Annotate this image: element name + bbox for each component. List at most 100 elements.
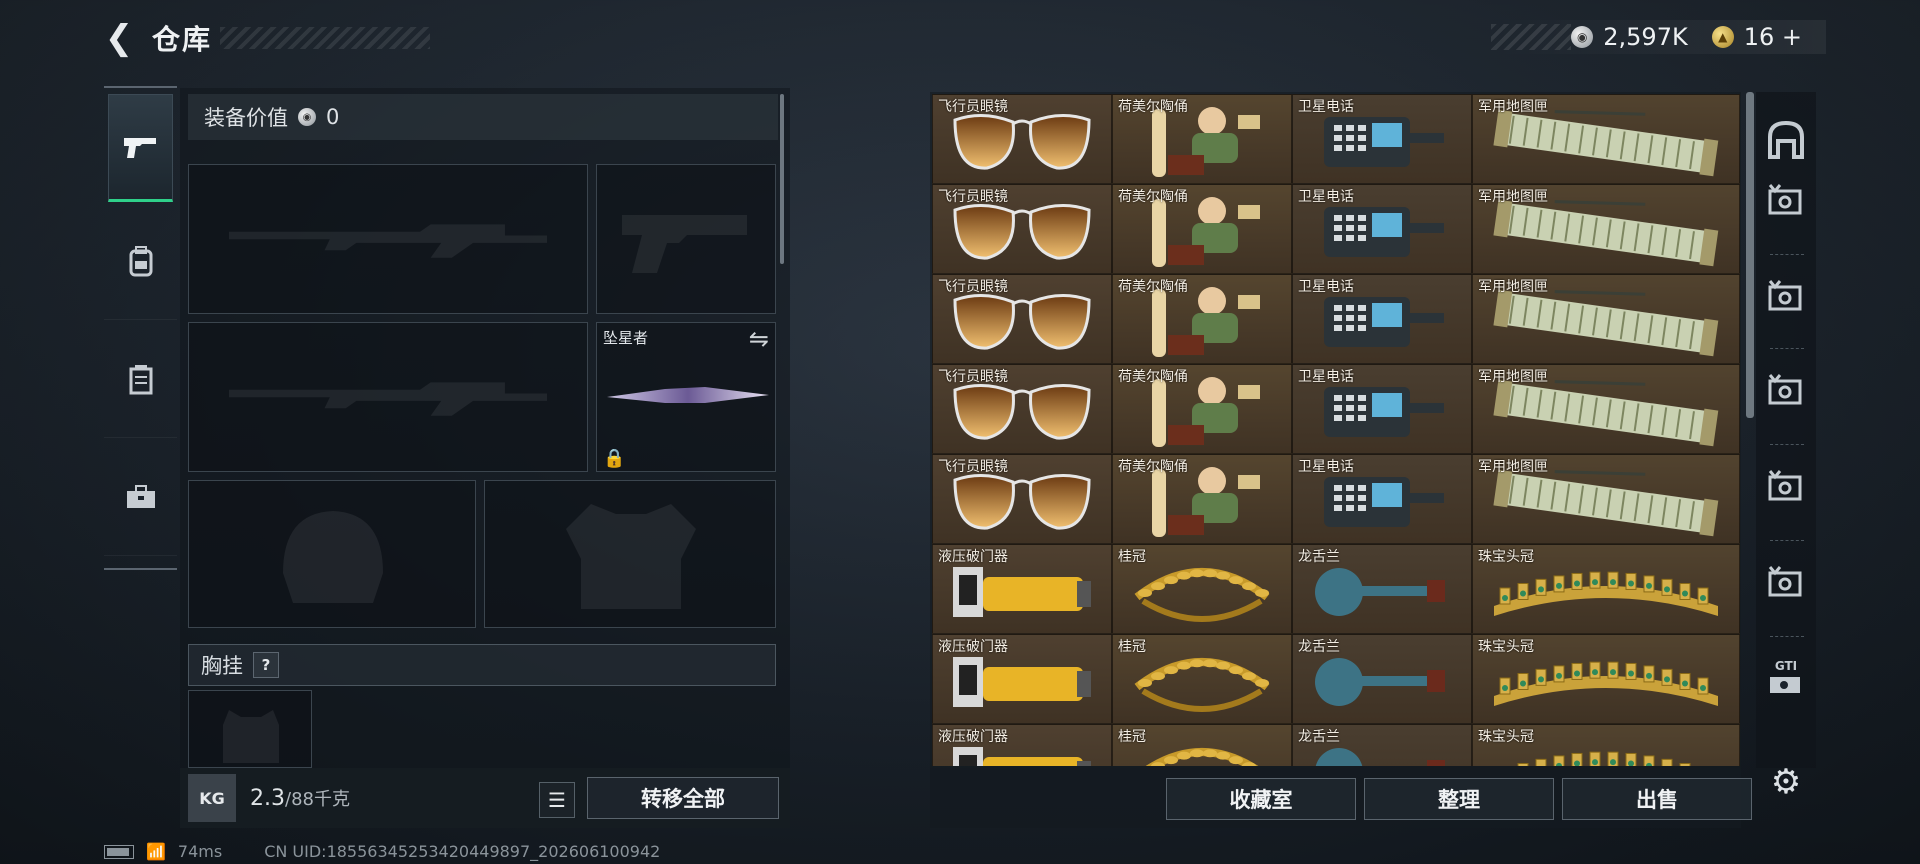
tube-item-icon [1491, 287, 1721, 361]
storage-item-cell[interactable]: 荷美尔陶俑 [1112, 454, 1292, 544]
storage-item-cell[interactable]: 荷美尔陶俑 [1112, 274, 1292, 364]
glasses-item-icon [947, 200, 1097, 268]
item-name: 卫星电话 [1298, 279, 1354, 295]
storage-item-cell[interactable]: 卫星电话 [1292, 184, 1472, 274]
storage-item-cell[interactable]: 荷美尔陶俑 [1112, 94, 1292, 184]
arch-icon[interactable] [1762, 116, 1810, 164]
list-icon: ☰ [548, 788, 566, 812]
back-arrow-icon[interactable]: ❮ [100, 18, 138, 58]
pistol-slot[interactable] [596, 164, 776, 314]
item-name: 桂冠 [1118, 729, 1146, 745]
armor-silhouette-icon [566, 504, 696, 609]
storage-scrollbar[interactable] [1746, 92, 1754, 418]
rifle-silhouette-icon [228, 224, 548, 258]
sort-button[interactable]: 整理 [1364, 778, 1554, 820]
gti-icon [1770, 677, 1800, 693]
storage-item-cell[interactable]: 军用地图匣 [1472, 454, 1740, 544]
storage-item-cell[interactable]: 飞行员眼镜 [932, 274, 1112, 364]
transfer-all-button[interactable]: 转移全部 [587, 777, 779, 819]
item-name: 飞行员眼镜 [938, 279, 1008, 295]
item-name: 液压破门器 [938, 639, 1008, 655]
knife-icon [607, 387, 769, 403]
helmet-slot[interactable] [188, 480, 476, 628]
storage-item-cell[interactable]: 液压破门器 [932, 544, 1112, 634]
category-tab-backpack[interactable] [104, 202, 177, 320]
sell-tag-icon[interactable] [1762, 272, 1810, 320]
status-bar: 📶 74ms CN UID:1855634525342044989​7_2026… [104, 842, 660, 861]
collection-room-button[interactable]: 收藏室 [1166, 778, 1356, 820]
storage-item-cell[interactable]: 荷美尔陶俑 [1112, 184, 1292, 274]
help-icon[interactable]: ? [253, 652, 279, 678]
knife-slot[interactable]: 坠星者 ⇋ 🔒 [596, 322, 776, 472]
storage-item-cell[interactable]: 龙舌兰 [1292, 634, 1472, 724]
storage-item-cell[interactable]: 龙舌兰 [1292, 544, 1472, 634]
storage-item-cell[interactable]: 飞行员眼镜 [932, 454, 1112, 544]
category-tab-vest[interactable] [104, 320, 177, 438]
item-name: 桂冠 [1118, 639, 1146, 655]
storage-item-cell[interactable]: 卫星电话 [1292, 454, 1472, 544]
item-name: 军用地图匣 [1478, 189, 1548, 205]
equipment-scrollbar[interactable] [780, 94, 784, 264]
storage-item-cell[interactable]: 飞行员眼镜 [932, 184, 1112, 274]
storage-item-cell[interactable]: 军用地图匣 [1472, 274, 1740, 364]
secondary-weapon-slot[interactable] [188, 322, 588, 472]
breacher-item-icon [947, 557, 1097, 631]
item-name: 军用地图匣 [1478, 369, 1548, 385]
weight-readout: 2.3/88千克 [250, 785, 350, 811]
rail-divider [1770, 254, 1804, 255]
gti-button[interactable]: GTI [1762, 654, 1810, 702]
category-tab-case[interactable] [104, 438, 177, 556]
laurel-item-icon [1127, 647, 1277, 721]
storage-item-cell[interactable]: 飞行员眼镜 [932, 94, 1112, 184]
storage-footer: 收藏室 整理 出售 [930, 768, 1752, 828]
storage-item-cell[interactable]: 液压破门器 [932, 634, 1112, 724]
laurel-item-icon [1127, 557, 1277, 631]
storage-item-cell[interactable]: 荷美尔陶俑 [1112, 364, 1292, 454]
gear-icon[interactable]: ⚙ [1766, 762, 1806, 802]
primary-weapon-slot[interactable] [188, 164, 588, 314]
gold-balance[interactable]: 16 + [1744, 23, 1802, 51]
swap-icon[interactable]: ⇋ [749, 325, 769, 353]
gold-coin-icon: ▲ [1711, 26, 1734, 48]
item-name: 军用地图匣 [1478, 459, 1548, 475]
storage-item-cell[interactable]: 液压破门器 [932, 724, 1112, 766]
storage-item-cell[interactable]: 珠宝头冠 [1472, 724, 1740, 766]
storage-item-cell[interactable]: 龙舌兰 [1292, 724, 1472, 766]
storage-item-cell[interactable]: 桂冠 [1112, 724, 1292, 766]
storage-item-cell[interactable]: 珠宝头冠 [1472, 544, 1740, 634]
category-tab-weapons[interactable] [108, 94, 173, 202]
sell-tag-icon[interactable] [1762, 366, 1810, 414]
storage-item-cell[interactable]: 军用地图匣 [1472, 94, 1740, 184]
equipment-footer: KG 2.3/88千克 ☰ 转移全部 [180, 768, 790, 828]
item-name: 桂冠 [1118, 549, 1146, 565]
battery-icon [104, 844, 134, 859]
storage-item-cell[interactable]: 军用地图匣 [1472, 364, 1740, 454]
tiara-item-icon [1486, 652, 1726, 716]
storage-item-cell[interactable]: 卫星电话 [1292, 364, 1472, 454]
currency-bar: ◉ 2,597K ▲ 16 + [1491, 20, 1826, 54]
storage-item-cell[interactable]: 卫星电话 [1292, 94, 1472, 184]
sell-tag-icon[interactable] [1762, 176, 1810, 224]
chest-rig-label: 胸挂 [201, 654, 243, 678]
sell-tag-icon[interactable] [1762, 558, 1810, 606]
list-view-button[interactable]: ☰ [539, 782, 575, 818]
currency-decoration [1491, 24, 1572, 50]
tube-item-icon [1491, 197, 1721, 271]
armor-slot[interactable] [484, 480, 776, 628]
sell-tag-icon[interactable] [1762, 462, 1810, 510]
storage-item-cell[interactable]: 卫星电话 [1292, 274, 1472, 364]
backpack-icon [129, 245, 152, 276]
uid-readout: CN UID:1855634525342044989​7_20260610094… [264, 842, 661, 861]
storage-item-cell[interactable]: 珠宝头冠 [1472, 634, 1740, 724]
item-name: 卫星电话 [1298, 369, 1354, 385]
sell-button[interactable]: 出售 [1562, 778, 1752, 820]
chest-rig-slot[interactable] [188, 690, 312, 768]
glasses-item-icon [947, 380, 1097, 448]
tube-item-icon [1491, 107, 1721, 181]
storage-item-cell[interactable]: 飞行员眼镜 [932, 364, 1112, 454]
storage-item-cell[interactable]: 军用地图匣 [1472, 184, 1740, 274]
storage-item-cell[interactable]: 桂冠 [1112, 634, 1292, 724]
item-name: 荷美尔陶俑 [1118, 459, 1188, 475]
storage-item-cell[interactable]: 桂冠 [1112, 544, 1292, 634]
item-name: 飞行员眼镜 [938, 189, 1008, 205]
